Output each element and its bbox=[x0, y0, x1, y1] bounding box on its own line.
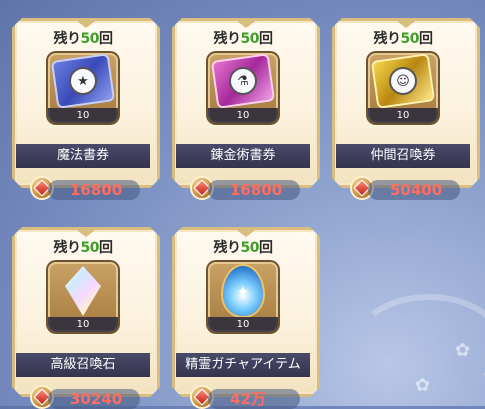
item-thumbnail[interactable]: ☺ 10 bbox=[368, 53, 438, 123]
item-name: 錬金術書券 bbox=[176, 144, 310, 168]
item-name: 高級召喚石 bbox=[16, 353, 150, 377]
item-price[interactable]: 50400 bbox=[368, 180, 460, 200]
star-emblem-icon: ★ bbox=[69, 67, 97, 95]
item-thumbnail[interactable]: ★ 10 bbox=[48, 53, 118, 123]
gold-ally-summon-ticket-icon: ☺ bbox=[373, 55, 433, 107]
blue-magic-ticket-icon: ★ bbox=[53, 55, 113, 107]
sparkle-emblem-icon: ✦ bbox=[236, 281, 250, 301]
item-quantity: 10 bbox=[48, 317, 118, 332]
shop-item-card[interactable]: 残り50回 ✦ 10 精霊ガチャアイテム 42万 bbox=[172, 227, 314, 409]
item-name: 魔法書券 bbox=[16, 144, 150, 168]
item-quantity: 10 bbox=[208, 108, 278, 123]
item-name: 精霊ガチャアイテム bbox=[176, 353, 310, 377]
remaining-count-label: 残り50回 bbox=[53, 31, 113, 47]
item-price[interactable]: 30240 bbox=[48, 389, 140, 409]
flower-decoration: ✿ bbox=[455, 340, 471, 361]
summon-crystal-icon bbox=[65, 266, 101, 316]
item-name: 仲間召喚券 bbox=[336, 144, 470, 168]
shop-item-card[interactable]: 残り50回 10 高級召喚石 30240 bbox=[12, 227, 154, 409]
item-price[interactable]: 42万 bbox=[208, 389, 300, 409]
shop-item-card[interactable]: 残り50回 ☺ 10 仲間召喚券 50400 bbox=[332, 18, 474, 200]
item-quantity: 10 bbox=[368, 108, 438, 123]
item-quantity: 10 bbox=[48, 108, 118, 123]
flower-decoration: ✿ bbox=[415, 375, 431, 396]
pink-alchemy-ticket-icon: ⚗ bbox=[213, 55, 273, 107]
flask-emblem-icon: ⚗ bbox=[229, 67, 257, 95]
remaining-count-label: 残り50回 bbox=[213, 240, 273, 256]
item-price[interactable]: 16800 bbox=[208, 180, 300, 200]
shop-item-card[interactable]: 残り50回 ★ 10 魔法書券 16800 bbox=[12, 18, 154, 200]
item-thumbnail[interactable]: ✦ 10 bbox=[208, 262, 278, 332]
item-price[interactable]: 16800 bbox=[48, 180, 140, 200]
spirit-egg-icon: ✦ bbox=[223, 266, 263, 316]
item-quantity: 10 bbox=[208, 317, 278, 332]
item-thumbnail[interactable]: ⚗ 10 bbox=[208, 53, 278, 123]
remaining-count-label: 残り50回 bbox=[373, 31, 433, 47]
shop-item-card[interactable]: 残り50回 ⚗ 10 錬金術書券 16800 bbox=[172, 18, 314, 200]
remaining-count-label: 残り50回 bbox=[53, 240, 113, 256]
person-emblem-icon: ☺ bbox=[389, 67, 417, 95]
remaining-count-label: 残り50回 bbox=[213, 31, 273, 47]
item-thumbnail[interactable]: 10 bbox=[48, 262, 118, 332]
